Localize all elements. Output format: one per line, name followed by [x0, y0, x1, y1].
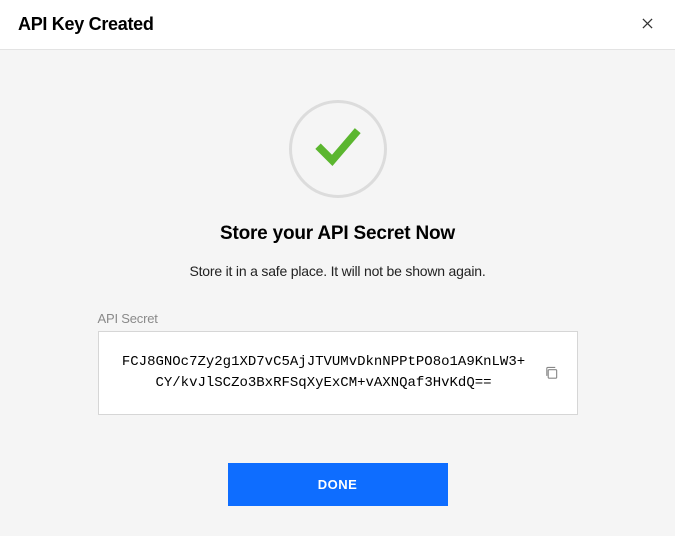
api-secret-box: FCJ8GNOc7Zy2g1XD7vC5AjJTVUMvDknNPPtPO8o1…: [98, 331, 578, 415]
api-secret-label: API Secret: [98, 311, 578, 326]
done-button[interactable]: DONE: [228, 463, 448, 506]
api-secret-value: FCJ8GNOc7Zy2g1XD7vC5AjJTVUMvDknNPPtPO8o1…: [119, 352, 529, 394]
api-secret-field: API Secret FCJ8GNOc7Zy2g1XD7vC5AjJTVUMvD…: [98, 311, 578, 415]
close-icon: [642, 16, 653, 33]
check-icon: [315, 124, 361, 175]
subtitle: Store your API Secret Now: [50, 223, 625, 245]
close-button[interactable]: [638, 15, 657, 35]
copy-icon: [544, 366, 559, 381]
modal-body: Store your API Secret Now Store it in a …: [0, 50, 675, 536]
copy-button[interactable]: [540, 362, 563, 385]
modal-title: API Key Created: [18, 14, 154, 35]
modal-header: API Key Created: [0, 0, 675, 50]
success-circle: [289, 100, 387, 198]
description: Store it in a safe place. It will not be…: [50, 263, 625, 279]
